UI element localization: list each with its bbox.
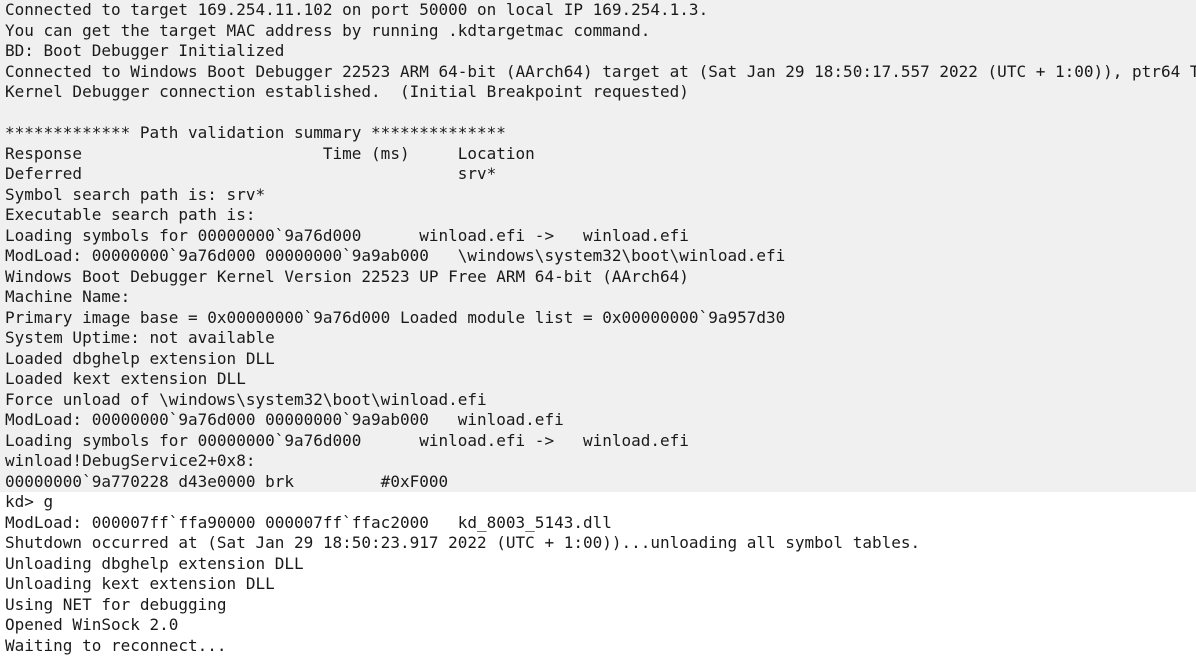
output-line: Machine Name: xyxy=(0,287,1196,308)
output-line xyxy=(0,102,1196,123)
output-line: Executable search path is: xyxy=(0,205,1196,226)
output-line: Primary image base = 0x00000000`9a76d000… xyxy=(0,307,1196,328)
output-line: Using NET for debugging xyxy=(0,594,1196,615)
output-line: Opened WinSock 2.0 xyxy=(0,615,1196,636)
output-line: Unloading kext extension DLL xyxy=(0,574,1196,595)
output-line: ************* Path validation summary **… xyxy=(0,123,1196,144)
output-line: Loaded kext extension DLL xyxy=(0,369,1196,390)
debugger-command-output[interactable]: Connected to target 169.254.11.102 on po… xyxy=(0,0,1196,656)
output-line: 00000000`9a770228 d43e0000 brk #0xF000 xyxy=(0,471,1196,492)
output-line: Response Time (ms) Location xyxy=(0,143,1196,164)
output-line: Kernel Debugger connection established. … xyxy=(0,82,1196,103)
output-line: Symbol search path is: srv* xyxy=(0,184,1196,205)
output-line: ModLoad: 00000000`9a76d000 00000000`9a9a… xyxy=(0,246,1196,267)
output-line: Deferred srv* xyxy=(0,164,1196,185)
output-line: Loaded dbghelp extension DLL xyxy=(0,348,1196,369)
output-line: Shutdown occurred at (Sat Jan 29 18:50:2… xyxy=(0,533,1196,554)
output-line: Unloading dbghelp extension DLL xyxy=(0,553,1196,574)
output-line: Connected to target 169.254.11.102 on po… xyxy=(0,0,1196,21)
output-line: System Uptime: not available xyxy=(0,328,1196,349)
output-line: Connected to Windows Boot Debugger 22523… xyxy=(0,61,1196,82)
output-line: Loading symbols for 00000000`9a76d000 wi… xyxy=(0,225,1196,246)
output-line: Loading symbols for 00000000`9a76d000 wi… xyxy=(0,430,1196,451)
output-line: BD: Boot Debugger Initialized xyxy=(0,41,1196,62)
output-history: Connected to target 169.254.11.102 on po… xyxy=(0,0,1196,492)
output-line: kd> g xyxy=(0,492,1196,513)
output-line: You can get the target MAC address by ru… xyxy=(0,20,1196,41)
output-line: winload!DebugService2+0x8: xyxy=(0,451,1196,472)
output-line: ModLoad: 000007ff`ffa90000 000007ff`ffac… xyxy=(0,512,1196,533)
output-current: kd> g ModLoad: 000007ff`ffa90000 000007ff… xyxy=(0,492,1196,656)
output-line: ModLoad: 00000000`9a76d000 00000000`9a9a… xyxy=(0,410,1196,431)
output-line: Windows Boot Debugger Kernel Version 225… xyxy=(0,266,1196,287)
output-line: Force unload of \windows\system32\boot\w… xyxy=(0,389,1196,410)
output-line: Waiting to reconnect... xyxy=(0,635,1196,656)
